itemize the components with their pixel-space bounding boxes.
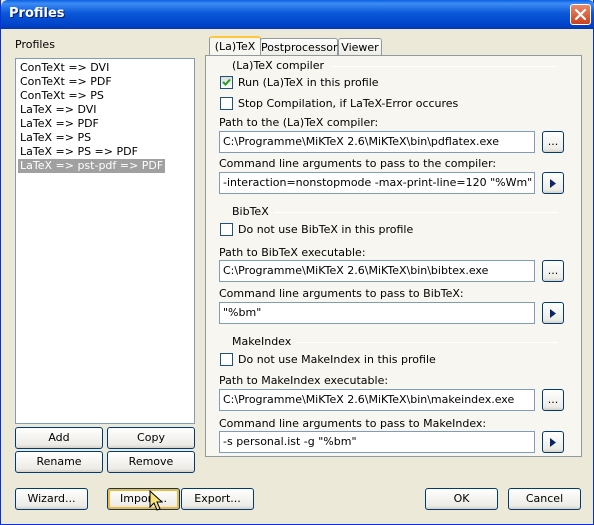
checkmark-icon [222, 78, 231, 86]
remove-button[interactable]: Remove [107, 451, 195, 473]
run-latex-checkbox[interactable] [220, 76, 233, 89]
tab-latex[interactable]: (La)TeX [209, 36, 261, 57]
no-makeindex-checkbox[interactable] [220, 353, 233, 366]
tab-panel-latex: (La)TeX compiler Run (La)TeX in this pro… [205, 55, 582, 457]
no-bibtex-label: Do not use BibTeX in this profile [238, 223, 414, 236]
group-title-makeindex: MakeIndex [232, 335, 292, 348]
makeindex-args-input[interactable]: -s personal.ist -g "%bm" [219, 431, 535, 453]
list-item[interactable]: ConTeXt => DVI [18, 61, 111, 75]
no-makeindex-label: Do not use MakeIndex in this profile [238, 353, 436, 366]
profiles-dialog: Profiles Profiles ConTeXt => DVI ConTeXt… [0, 0, 594, 525]
group-divider [296, 342, 558, 343]
list-item-selected[interactable]: LaTeX => pst-pdf => PDF [18, 159, 166, 173]
import-button[interactable]: Import... [107, 488, 180, 510]
mouse-pointer-icon [149, 490, 163, 511]
bibtex-path-label: Path to BibTeX executable: [219, 246, 366, 259]
list-item[interactable]: ConTeXt => PS [18, 89, 106, 103]
triangle-right-icon [550, 438, 556, 447]
list-item[interactable]: LaTeX => PS [18, 131, 93, 145]
export-button[interactable]: Export... [181, 488, 254, 510]
makeindex-path-input[interactable]: C:\Programme\MiKTeX 2.6\MiKTeX\bin\makei… [219, 389, 535, 411]
latex-browse-button[interactable]: ... [542, 131, 564, 153]
latex-path-label: Path to the (La)TeX compiler: [219, 116, 379, 129]
latex-args-input[interactable]: -interaction=nonstopmode -max-print-line… [219, 172, 535, 194]
latex-args-label: Command line arguments to pass to the co… [219, 157, 497, 170]
title-bar[interactable]: Profiles [1, 0, 594, 29]
group-title-bibtex: BibTeX [232, 205, 269, 218]
triangle-right-icon [550, 309, 556, 318]
makeindex-browse-button[interactable]: ... [542, 389, 564, 411]
tab-postprocessor[interactable]: Postprocessor [260, 38, 338, 56]
close-button[interactable] [570, 4, 591, 25]
latex-path-input[interactable]: C:\Programme\MiKTeX 2.6\MiKTeX\bin\pdfla… [219, 131, 535, 153]
bibtex-args-placeholder-button[interactable] [542, 302, 564, 324]
stop-compilation-label: Stop Compilation, if LaTeX-Error occures [238, 97, 459, 110]
bibtex-path-input[interactable]: C:\Programme\MiKTeX 2.6\MiKTeX\bin\bibte… [219, 260, 535, 282]
bibtex-args-label: Command line arguments to pass to BibTeX… [219, 287, 464, 300]
group-divider [330, 66, 558, 67]
profiles-listbox[interactable]: ConTeXt => DVI ConTeXt => PDF ConTeXt =>… [15, 58, 195, 424]
copy-button[interactable]: Copy [107, 427, 195, 449]
group-title-latex: (La)TeX compiler [232, 59, 324, 72]
rename-button[interactable]: Rename [15, 451, 103, 473]
makeindex-path-label: Path to MakeIndex executable: [219, 374, 389, 387]
stop-compilation-checkbox[interactable] [220, 97, 233, 110]
profiles-label: Profiles [15, 38, 55, 51]
list-item[interactable]: LaTeX => DVI [18, 103, 99, 117]
window-title: Profiles [9, 6, 65, 21]
makeindex-args-label: Command line arguments to pass to MakeIn… [219, 417, 487, 430]
list-item[interactable]: ConTeXt => PDF [18, 75, 114, 89]
makeindex-args-placeholder-button[interactable] [542, 431, 564, 453]
bibtex-args-input[interactable]: "%bm" [219, 302, 535, 324]
bibtex-browse-button[interactable]: ... [542, 260, 564, 282]
no-bibtex-checkbox[interactable] [220, 223, 233, 236]
close-icon [574, 8, 587, 21]
cancel-button[interactable]: Cancel [508, 488, 581, 510]
tab-viewer[interactable]: Viewer [338, 38, 382, 56]
ok-button[interactable]: OK [425, 488, 498, 510]
run-latex-label: Run (La)TeX in this profile [238, 76, 379, 89]
list-item[interactable]: LaTeX => PDF [18, 117, 101, 131]
triangle-right-icon [550, 179, 556, 188]
list-item[interactable]: LaTeX => PS => PDF [18, 145, 140, 159]
group-divider [274, 212, 558, 213]
latex-args-placeholder-button[interactable] [542, 172, 564, 194]
wizard-button[interactable]: Wizard... [15, 488, 88, 510]
add-button[interactable]: Add [15, 427, 103, 449]
